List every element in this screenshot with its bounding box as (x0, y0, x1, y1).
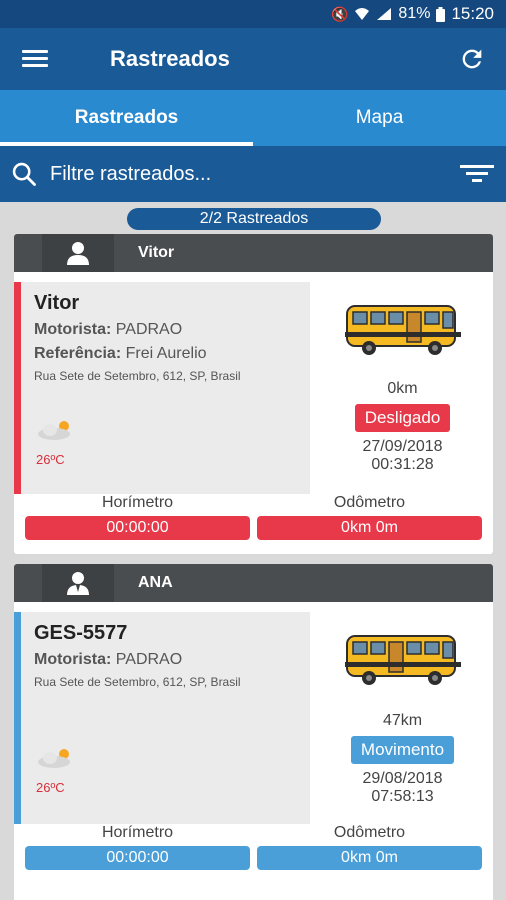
card-header-name: Vitor (138, 244, 175, 261)
tab-rastreados[interactable]: Rastreados (0, 90, 253, 146)
signal-icon (377, 8, 392, 20)
reference-label: Referência: (34, 345, 122, 362)
last-update-time: 00:31:28 (371, 456, 434, 474)
tab-bar: Rastreados Mapa (0, 90, 506, 146)
tab-mapa[interactable]: Mapa (253, 90, 506, 146)
reference-value: Frei Aurelio (125, 345, 207, 362)
temperature: 26ºC (36, 452, 65, 467)
driver-label: Motorista: (34, 321, 112, 338)
meters-row: Horímetro Odômetro 00:00:00 0km 0m (14, 488, 493, 548)
hourmeter-label: Horímetro (101, 824, 174, 841)
status-column: 47km Movimento 29/08/2018 07:58:13 (312, 612, 493, 807)
info-panel: Vitor Motorista: PADRAO Referência: Frei… (14, 282, 310, 494)
card-body: Vitor Motorista: PADRAO Referência: Frei… (14, 272, 493, 494)
status-column: 0km Desligado 27/09/2018 00:31:28 (312, 282, 493, 475)
distance: 47km (382, 712, 423, 729)
status-bar: 🔇 81% 15:20 (0, 0, 506, 28)
driver-value: PADRAO (115, 321, 183, 338)
avatar (42, 564, 114, 602)
meters-row: Horímetro Odômetro 00:00:00 0km 0m (14, 818, 493, 878)
status-badge[interactable]: Movimento (350, 736, 455, 764)
driver-value: PADRAO (115, 651, 183, 668)
distance: 0km (387, 380, 418, 397)
address: Rua Sete de Setembro, 612, SP, Brasil (34, 369, 241, 383)
last-update-time: 07:58:13 (371, 788, 434, 806)
driver-label: Motorista: (34, 651, 112, 668)
wifi-icon (355, 8, 370, 20)
card-header: ANA (14, 564, 493, 602)
card-body: GES-5577 Motorista: PADRAO Rua Sete de S… (14, 602, 493, 824)
card-header: Vitor (14, 234, 493, 272)
tracked-card[interactable]: ANA GES-5577 Motorista: PADRAO Rua Sete … (14, 564, 493, 900)
odometer-value: 0km 0m (257, 846, 482, 870)
driver-line: Motorista: PADRAO (34, 651, 290, 669)
address: Rua Sete de Setembro, 612, SP, Brasil (34, 675, 241, 689)
refresh-icon[interactable] (458, 45, 486, 73)
card-header-name: ANA (138, 574, 173, 591)
odometer-label: Odômetro (333, 824, 406, 841)
menu-button[interactable] (0, 28, 70, 90)
app-bar: Rastreados (0, 28, 506, 90)
vehicle-name: Vitor (34, 292, 80, 314)
status-badge[interactable]: Desligado (354, 404, 451, 432)
clock: 15:20 (451, 4, 494, 23)
search-icon[interactable] (10, 160, 38, 188)
page-title: Rastreados (110, 46, 230, 71)
vehicle-plate: GES-5577 (34, 622, 128, 644)
filter-icon[interactable] (460, 160, 494, 188)
search-input[interactable] (50, 162, 460, 186)
bus-icon (344, 635, 461, 685)
weather-icon (38, 421, 70, 440)
tracked-list: 2/2 Rastreados Vitor Vitor Motorista: PA… (0, 202, 506, 900)
odometer-label: Odômetro (333, 494, 406, 511)
search-bar (0, 146, 506, 202)
hourmeter-value: 00:00:00 (25, 846, 250, 870)
driver-line: Motorista: PADRAO (34, 321, 290, 339)
count-badge: 2/2 Rastreados (127, 208, 381, 230)
hourmeter-value: 00:00:00 (25, 516, 250, 540)
last-update-date: 27/09/2018 (362, 438, 443, 455)
battery-percent: 81% (398, 5, 431, 22)
status-accent-bar (14, 612, 21, 824)
weather-icon (38, 749, 70, 768)
person-icon (67, 242, 89, 265)
tracked-card[interactable]: Vitor Vitor Motorista: PADRAO Referência… (14, 234, 493, 554)
info-panel: GES-5577 Motorista: PADRAO Rua Sete de S… (14, 612, 310, 824)
reference-line: Referência: Frei Aurelio (34, 345, 290, 363)
battery-icon (436, 6, 446, 22)
temperature: 26ºC (36, 780, 65, 795)
last-update-date: 29/08/2018 (362, 770, 443, 787)
avatar (42, 234, 114, 272)
odometer-value: 0km 0m (257, 516, 482, 540)
hamburger-icon (22, 50, 48, 68)
status-accent-bar (14, 282, 21, 494)
mute-icon: 🔇 (330, 5, 349, 22)
hourmeter-label: Horímetro (101, 494, 174, 511)
driver-icon (67, 572, 89, 595)
bus-icon (344, 305, 461, 355)
